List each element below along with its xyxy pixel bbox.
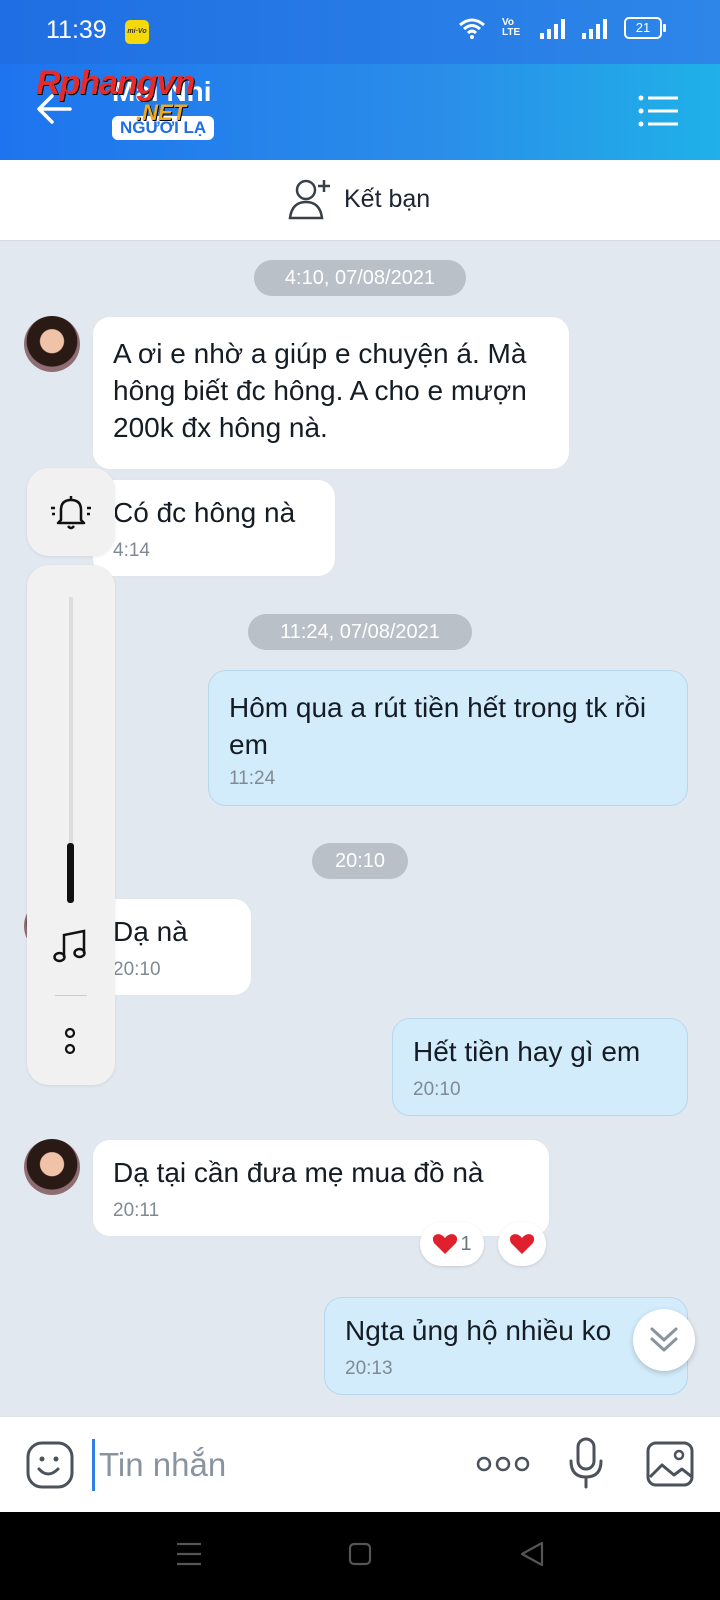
- menu-nav-icon[interactable]: [176, 1542, 202, 1566]
- music-note-icon[interactable]: [51, 929, 91, 965]
- volume-slider-level[interactable]: [67, 843, 74, 903]
- status-icons: Vo LTE 21: [458, 17, 666, 39]
- status-time: 11:39: [46, 16, 107, 44]
- message-text: A ơi e nhờ a giúp e chuyện á. Mà hông bi…: [113, 338, 527, 443]
- message-bubble-incoming[interactable]: Có đc hông nà 4:14: [92, 479, 336, 577]
- heart-icon: [509, 1234, 535, 1254]
- react-button[interactable]: [498, 1222, 546, 1266]
- battery-icon: 21: [624, 17, 666, 39]
- date-divider: 4:10, 07/08/2021: [254, 260, 466, 296]
- chevron-double-down-icon: [650, 1327, 678, 1352]
- wifi-icon: [459, 18, 485, 39]
- message-bubble-outgoing[interactable]: Hết tiền hay gì em 20:10: [392, 1018, 688, 1116]
- divider: [55, 995, 87, 996]
- message-text: Ngta ủng hộ nhiều ko: [345, 1315, 612, 1346]
- message-text: Hôm qua a rút tiền hết trong tk rồi em: [229, 692, 647, 760]
- ringer-mode-button[interactable]: [27, 468, 115, 556]
- message-time: 4:14: [113, 540, 150, 561]
- emoji-icon[interactable]: [26, 1441, 74, 1489]
- avatar[interactable]: [24, 1139, 80, 1195]
- message-text: Có đc hông nà: [113, 497, 296, 528]
- volte-label: Vo LTE: [502, 17, 521, 38]
- more-horizontal-icon[interactable]: [476, 1455, 530, 1473]
- list-menu-icon[interactable]: [638, 94, 678, 128]
- message-bubble-outgoing[interactable]: Hôm qua a rút tiền hết trong tk rồi em 1…: [208, 670, 688, 806]
- message-text: Dạ tại cần đưa mẹ mua đồ nà: [113, 1157, 484, 1188]
- message-bubble-incoming[interactable]: Dạ nà 20:10: [92, 898, 252, 996]
- add-friend-bar: Kết bạn: [0, 160, 720, 241]
- message-time: 20:10: [413, 1079, 461, 1100]
- message-time: 11:24: [229, 768, 276, 789]
- heart-icon: [433, 1234, 458, 1254]
- back-nav-icon[interactable]: [520, 1541, 544, 1567]
- avatar[interactable]: [24, 316, 80, 372]
- scroll-to-bottom-button[interactable]: [633, 1309, 695, 1371]
- home-nav-icon[interactable]: [348, 1542, 372, 1566]
- signal-icon-2: [582, 19, 607, 39]
- add-friend-button[interactable]: Kết bạn: [288, 178, 430, 220]
- volume-panel: [27, 565, 115, 1085]
- message-time: 20:11: [113, 1200, 160, 1221]
- image-icon[interactable]: [646, 1441, 694, 1487]
- message-text: Dạ nà: [113, 916, 188, 947]
- system-nav-bar: [0, 1512, 720, 1600]
- status-bar: 11:39 mi·Vo Vo LTE 21: [0, 0, 720, 64]
- reaction-summary[interactable]: 1: [420, 1222, 484, 1266]
- microphone-icon[interactable]: [568, 1437, 604, 1491]
- chat-header: Mai Nhi NGƯỜI LẠ Rphangvn .NET: [0, 64, 720, 160]
- carrier-badge: mi·Vo: [125, 20, 149, 44]
- watermark-logo-sub: .NET: [136, 100, 187, 125]
- message-composer: [0, 1416, 720, 1513]
- signal-icon: [540, 19, 565, 39]
- date-divider: 20:10: [312, 843, 408, 879]
- message-time: 20:13: [345, 1358, 393, 1379]
- message-text: Hết tiền hay gì em: [413, 1036, 641, 1067]
- message-bubble-incoming[interactable]: A ơi e nhờ a giúp e chuyện á. Mà hông bi…: [92, 316, 570, 470]
- add-person-icon: [288, 179, 330, 220]
- watermark-logo: Rphangvn: [36, 64, 195, 102]
- message-bubble-incoming[interactable]: Dạ tại cần đưa mẹ mua đồ nà 20:11: [92, 1139, 550, 1237]
- date-divider: 11:24, 07/08/2021: [248, 614, 472, 650]
- add-friend-label: Kết bạn: [344, 184, 431, 213]
- reaction-count: 1: [460, 1232, 472, 1255]
- bell-icon: [51, 496, 91, 530]
- more-vertical-icon[interactable]: [63, 1027, 77, 1057]
- message-input[interactable]: [92, 1439, 461, 1491]
- message-time: 20:10: [113, 959, 161, 980]
